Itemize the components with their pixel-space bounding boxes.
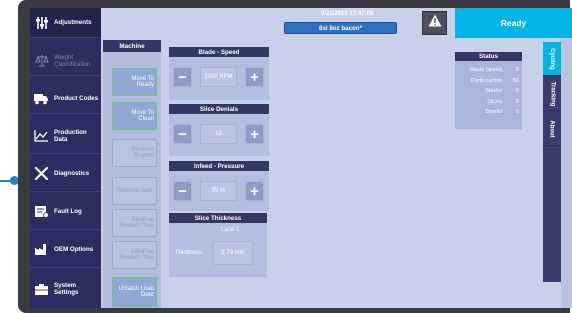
slice-thickness-panel: Lane 1 Thickness: 2.79 mm (169, 223, 267, 277)
product-selector[interactable]: 8sl 8oz bacon* (284, 22, 397, 34)
slice-denials-decrement-button[interactable]: − (173, 124, 192, 144)
sidebar-item-production-data[interactable]: Production Data (30, 118, 101, 154)
status-label: Slices (487, 98, 502, 105)
remove-product-button[interactable]: Remove Product (112, 139, 157, 167)
advance-product-tray-button[interactable]: Advance Product Tray (112, 241, 157, 269)
status-label: Blade Speed (469, 67, 502, 74)
sidebar-item-label: Fault Log (54, 208, 82, 215)
settings-icon (33, 281, 50, 298)
status-label: Dwells (485, 109, 502, 116)
blade-speed-increment-button[interactable]: + (245, 67, 264, 87)
machine-panel-title: Machine (103, 40, 161, 52)
blade-speed-value[interactable]: 1000 RPM (200, 67, 237, 87)
machine-panel: Machine Move To Ready Move To Clean Remo… (103, 40, 161, 308)
line-chart-icon (33, 127, 50, 144)
fault-log-icon (33, 203, 50, 220)
sidebar-item-fault-log[interactable]: Fault Log (30, 194, 101, 230)
move-to-clean-button[interactable]: Move To Clean (112, 102, 157, 130)
infeed-pressure-title: Infeed - Pressure (169, 161, 269, 171)
infeed-pressure-decrement-button[interactable]: − (173, 181, 192, 201)
sidebar-item-label: Adjustments (54, 19, 92, 26)
lane-label: Lane 1 (221, 227, 240, 233)
sidebar-item-label: Diagnostics (54, 170, 90, 177)
blade-speed-panel: − 1000 RPM + (169, 57, 269, 100)
slice-denials-title: Slice Denials (169, 104, 269, 114)
sidebar-item-label: Production Data (54, 128, 87, 143)
status-row-portions-per-min: Portions/min 55 (455, 76, 522, 87)
status-label: Portions/min (470, 77, 502, 84)
status-value: 55 (512, 77, 519, 84)
sidebar-item-product-codes[interactable]: Product Codes (30, 84, 101, 114)
remove-jam-button[interactable]: Remove Jam (112, 177, 157, 205)
sidebar-item-label: Weight Classification (54, 53, 91, 68)
infeed-pressure-panel: − 35 % + (169, 171, 269, 211)
slice-thickness-title: Slice Thickness (169, 213, 267, 223)
scale-icon (33, 52, 50, 69)
tab-label: Cycling (549, 47, 556, 70)
slice-denials-increment-button[interactable]: + (245, 124, 264, 144)
status-row-slices: Slices 0 (455, 97, 522, 108)
blade-speed-title: Blade - Speed (169, 47, 269, 57)
sidebar-item-weight-classification[interactable]: Weight Classification (30, 46, 101, 76)
sidebar-item-oem-options[interactable]: OEM Options (30, 232, 101, 268)
status-value: 0 (515, 67, 519, 74)
infeed-pressure-increment-button[interactable]: + (245, 181, 264, 201)
status-value: 0 (515, 109, 519, 116)
status-panel-title: Status (455, 52, 522, 61)
unlatch-load-door-button[interactable]: Unlatch Load Door (112, 277, 157, 307)
move-to-ready-button[interactable]: Move To Ready (112, 68, 157, 96)
slice-denials-value[interactable]: 10 (200, 124, 237, 144)
sidebar-item-label: Product Codes (54, 95, 99, 102)
status-label: Stacks (485, 88, 502, 95)
right-tab-bar: Cycling Tracking About (543, 42, 561, 282)
slice-denials-panel: − 10 + (169, 114, 269, 156)
sidebar-item-diagnostics[interactable]: Diagnostics (30, 156, 101, 192)
reverse-product-tray-button[interactable]: Reverse Product Tray (112, 209, 157, 237)
blade-speed-decrement-button[interactable]: − (173, 67, 192, 87)
tab-label: Tracking (549, 81, 555, 106)
status-value: 0 (515, 88, 519, 95)
sidebar-item-system-settings[interactable]: System Settings (30, 270, 101, 308)
status-row-blade-speed: Blade Speed 0 (455, 65, 522, 76)
sliders-icon (33, 14, 50, 31)
warning-triangle-icon (428, 14, 442, 32)
sidebar: Adjustments Weight Classification Produc… (30, 8, 101, 308)
hmi-screen: Adjustments Weight Classification Produc… (30, 8, 572, 308)
factory-icon (33, 241, 50, 258)
top-bar: 9/21/2019 17:47:08 8sl 8oz bacon* Ready (101, 8, 572, 38)
status-row-dwells: Dwells 0 (455, 107, 522, 118)
status-panel: Blade Speed 0 Portions/min 55 Stacks 0 S… (455, 61, 522, 129)
sidebar-item-label: System Settings (54, 282, 79, 296)
truck-icon (33, 90, 50, 107)
infeed-pressure-value[interactable]: 35 % (200, 181, 237, 201)
status-value: 0 (515, 98, 519, 105)
thickness-value[interactable]: 2.79 mm (213, 241, 253, 265)
datetime: 9/21/2019 17:47:08 (321, 11, 374, 17)
sidebar-item-adjustments[interactable]: Adjustments (30, 8, 101, 38)
status-row-stacks: Stacks 0 (455, 86, 522, 97)
tab-tracking[interactable]: Tracking (543, 77, 561, 111)
right-edge-strip (561, 38, 572, 308)
tab-label: About (548, 119, 555, 138)
alarm-button[interactable] (422, 11, 447, 35)
tools-icon (33, 165, 50, 182)
tab-about[interactable]: About (543, 112, 561, 146)
thickness-label: Thickness: (175, 250, 204, 256)
tab-cycling[interactable]: Cycling (543, 42, 561, 76)
sidebar-item-label: OEM Options (54, 246, 94, 253)
ready-status-button[interactable]: Ready (455, 8, 572, 38)
